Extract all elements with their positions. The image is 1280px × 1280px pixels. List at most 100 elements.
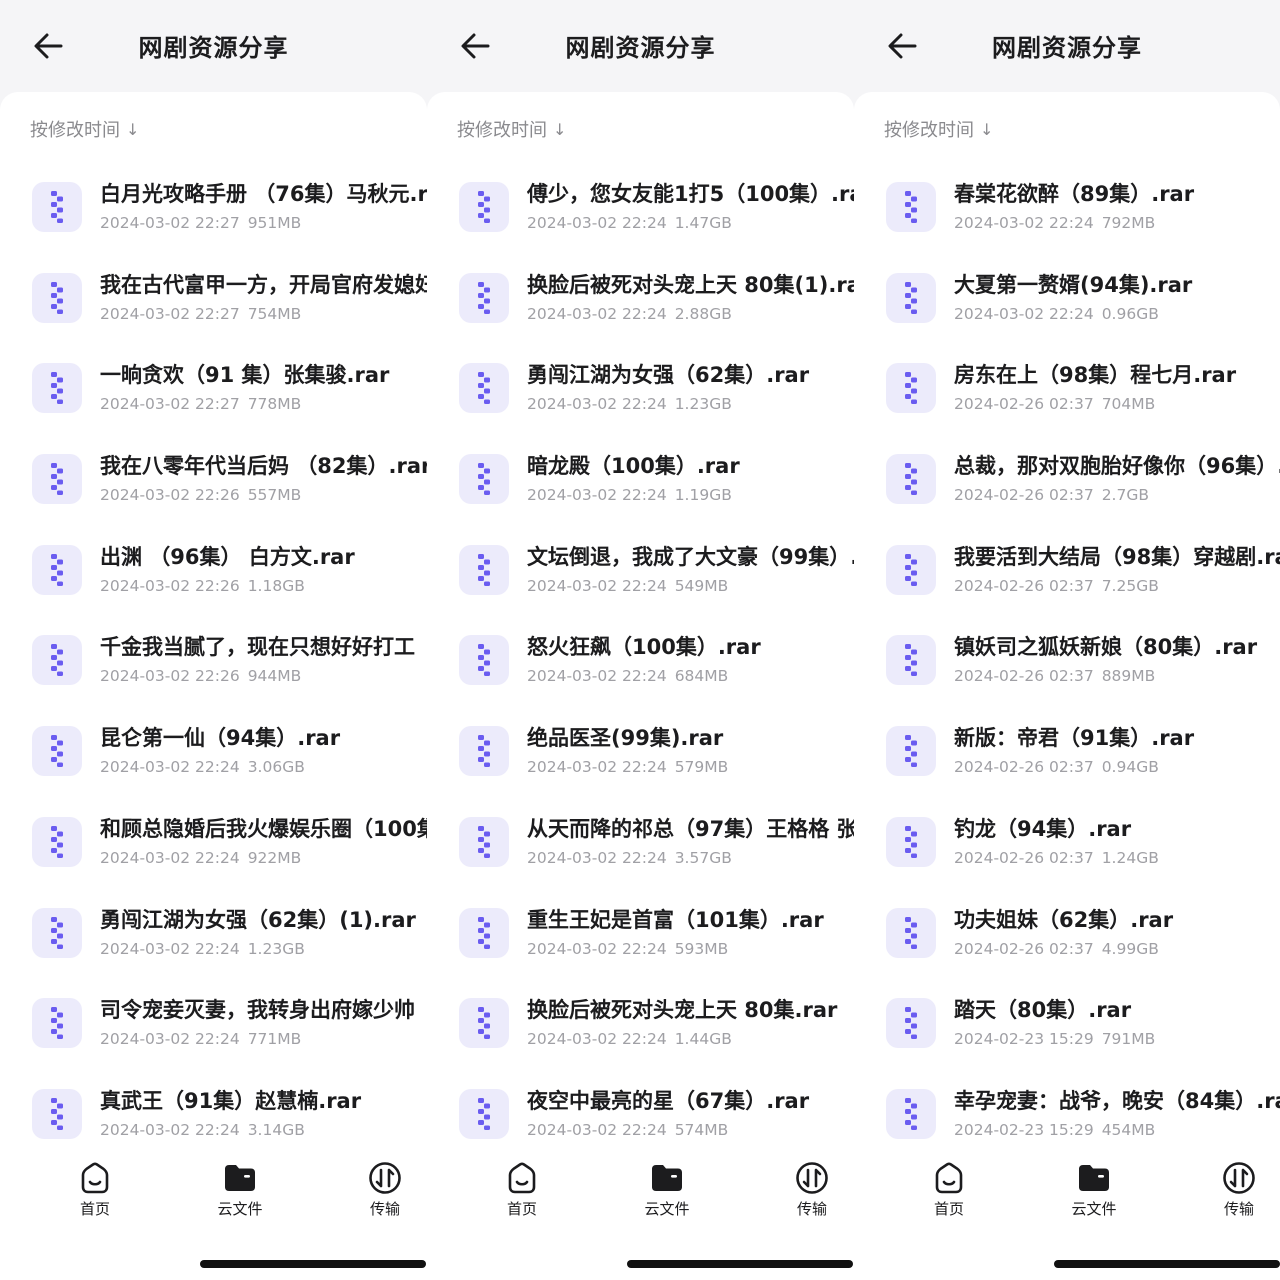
file-date: 2024-03-02 22:24 xyxy=(954,214,1094,232)
tab-home[interactable]: 首页 xyxy=(904,1160,994,1219)
file-row[interactable]: 暗龙殿（100集）.rar 2024-03-02 22:24 1.19GB xyxy=(427,442,854,533)
file-name: 钓龙（94集）.rar xyxy=(954,816,1132,841)
file-size: 454MB xyxy=(1101,1120,1156,1139)
tab-bar: 首页 云文件 传输 xyxy=(854,1140,1280,1280)
tab-cloud-files[interactable]: 云文件 xyxy=(195,1160,285,1219)
file-sheet: 按修改时间 ↓ 傅少，您女友能1打5（100集）.rar 2024-03-02 … xyxy=(427,92,854,1280)
home-indicator[interactable] xyxy=(200,1260,426,1268)
file-row[interactable]: 和顾总隐婚后我火爆娱乐圈（100集 2024-03-02 22:24 922MB xyxy=(0,805,427,896)
file-size: 778MB xyxy=(247,395,302,414)
file-row[interactable]: 重生王妃是首富（101集）.rar 2024-03-02 22:24 593MB xyxy=(427,896,854,987)
file-row[interactable]: 司令宠妾灭妻，我转身出府嫁少帅 2024-03-02 22:24 771MB xyxy=(0,986,427,1077)
file-date: 2024-03-02 22:24 xyxy=(527,576,667,595)
file-meta: 2024-03-02 22:27 754MB xyxy=(100,305,301,323)
file-row[interactable]: 出渊 （96集） 白方文.rar 2024-03-02 22:26 1.18GB xyxy=(0,533,427,624)
archive-file-icon xyxy=(886,454,936,505)
archive-file-icon xyxy=(886,544,936,595)
file-name: 一晌贪欢（91 集）张集骏.rar xyxy=(100,363,390,388)
archive-file-icon xyxy=(32,816,82,867)
archive-file-icon xyxy=(459,363,509,414)
file-size: 3.57GB xyxy=(674,848,732,867)
tab-transfer[interactable]: 传输 xyxy=(1194,1160,1280,1219)
file-date: 2024-03-02 22:24 xyxy=(527,486,667,505)
archive-file-icon xyxy=(886,1088,936,1139)
file-meta: 2024-03-02 22:26 944MB xyxy=(100,667,301,685)
file-row[interactable]: 一晌贪欢（91 集）张集骏.rar 2024-03-02 22:27 778MB xyxy=(0,351,427,442)
file-row[interactable]: 总裁，那对双胞胎好像你（96集）.rar 2024-02-26 02:37 2.7… xyxy=(854,442,1280,533)
file-size: 1.19GB xyxy=(674,486,732,505)
sort-button[interactable]: 按修改时间 ↓ xyxy=(30,116,139,142)
file-size: 792MB xyxy=(1101,214,1156,232)
archive-file-icon xyxy=(459,544,509,595)
page-title: 网剧资源分享 xyxy=(138,34,289,62)
file-size: 7.25GB xyxy=(1101,576,1159,595)
file-row[interactable]: 千金我当腻了，现在只想好好打工 2024-03-02 22:26 944MB xyxy=(0,623,427,714)
file-row[interactable]: 昆仑第一仙（94集）.rar 2024-03-02 22:24 3.06GB xyxy=(0,714,427,805)
file-row[interactable]: 勇闯江湖为女强（62集）.rar 2024-03-02 22:24 1.23GB xyxy=(427,351,854,442)
file-date: 2024-03-02 22:24 xyxy=(100,1120,240,1139)
tab-home[interactable]: 首页 xyxy=(477,1160,567,1219)
file-row[interactable]: 换脸后被死对头宠上天 80集.rar 2024-03-02 22:24 1.44G… xyxy=(427,986,854,1077)
sort-label: 按修改时间 xyxy=(457,120,547,141)
file-date: 2024-02-26 02:37 xyxy=(954,758,1094,777)
file-meta: 2024-03-02 22:24 3.57GB xyxy=(527,849,732,867)
tab-cloud-files[interactable]: 云文件 xyxy=(622,1160,712,1219)
home-indicator[interactable] xyxy=(627,1260,853,1268)
tab-home[interactable]: 首页 xyxy=(50,1160,140,1219)
archive-file-icon xyxy=(32,1088,82,1139)
folder-icon xyxy=(1079,1165,1109,1191)
file-row[interactable]: 从天而降的祁总（97集）王格格 张 2024-03-02 22:24 3.57GB xyxy=(427,805,854,896)
file-size: 3.06GB xyxy=(247,758,305,777)
file-row[interactable]: 傅少，您女友能1打5（100集）.rar 2024-03-02 22:24 1.4… xyxy=(427,170,854,261)
file-row[interactable]: 我要活到大结局（98集）穿越剧.rar 2024-02-26 02:37 7.25… xyxy=(854,533,1280,624)
file-row[interactable]: 踏天（80集）.rar 2024-02-23 15:29 791MB xyxy=(854,986,1280,1077)
tab-transfer[interactable]: 传输 xyxy=(340,1160,427,1219)
file-name: 暗龙殿（100集）.rar xyxy=(527,454,740,479)
file-row[interactable]: 功夫姐妹（62集）.rar 2024-02-26 02:37 4.99GB xyxy=(854,896,1280,987)
tab-transfer[interactable]: 传输 xyxy=(767,1160,854,1219)
transfer-icon xyxy=(1223,1162,1255,1194)
archive-file-icon xyxy=(32,363,82,414)
sort-button[interactable]: 按修改时间 ↓ xyxy=(457,116,566,142)
file-date: 2024-02-26 02:37 xyxy=(954,667,1094,686)
file-size: 1.44GB xyxy=(674,1030,732,1049)
file-date: 2024-03-02 22:27 xyxy=(100,304,240,323)
file-row[interactable]: 春棠花欲醉（89集）.rar 2024-03-02 22:24 792MB xyxy=(854,170,1280,261)
archive-file-icon xyxy=(32,726,82,777)
file-date: 2024-02-23 15:29 xyxy=(954,1120,1094,1139)
file-name: 总裁，那对双胞胎好像你（96集）.rar xyxy=(954,454,1280,479)
file-row[interactable]: 换脸后被死对头宠上天 80集(1).rar 2024-03-02 22:24 2.… xyxy=(427,261,854,352)
file-name: 大夏第一赘婿(94集).rar xyxy=(954,272,1193,297)
file-row[interactable]: 我在古代富甲一方，开局官府发媳妇 2024-03-02 22:27 754MB xyxy=(0,261,427,352)
file-name: 房东在上（98集）程七月.rar xyxy=(954,363,1237,388)
file-row[interactable]: 绝品医圣(99集).rar 2024-03-02 22:24 579MB xyxy=(427,714,854,805)
file-name: 功夫姐妹（62集）.rar xyxy=(954,907,1174,932)
file-row[interactable]: 怒火狂飙（100集）.rar 2024-03-02 22:24 684MB xyxy=(427,623,854,714)
sort-button[interactable]: 按修改时间 ↓ xyxy=(884,116,993,142)
file-size: 0.96GB xyxy=(1101,304,1159,323)
home-indicator[interactable] xyxy=(1054,1260,1280,1268)
file-row[interactable]: 钓龙（94集）.rar 2024-02-26 02:37 1.24GB xyxy=(854,805,1280,896)
file-size: 2.7GB xyxy=(1101,486,1149,505)
file-row[interactable]: 白月光攻略手册 （76集）马秋元.rar 2024-03-02 22:27 951… xyxy=(0,170,427,261)
archive-file-icon xyxy=(886,907,936,958)
file-row[interactable]: 新版：帝君（91集）.rar 2024-02-26 02:37 0.94GB xyxy=(854,714,1280,805)
file-row[interactable]: 大夏第一赘婿(94集).rar 2024-03-02 22:24 0.96GB xyxy=(854,261,1280,352)
file-row[interactable]: 勇闯江湖为女强（62集）(1).rar 2024-03-02 22:24 1.23… xyxy=(0,896,427,987)
file-name: 千金我当腻了，现在只想好好打工 xyxy=(100,635,415,660)
archive-file-icon xyxy=(459,816,509,867)
file-meta: 2024-02-23 15:29 791MB xyxy=(954,1030,1155,1048)
file-row[interactable]: 文坛倒退，我成了大文豪（99集）.rar 2024-03-02 22:24 549… xyxy=(427,533,854,624)
file-row[interactable]: 房东在上（98集）程七月.rar 2024-02-26 02:37 704MB xyxy=(854,351,1280,442)
transfer-icon xyxy=(796,1162,828,1194)
file-name: 幸孕宠妻：战爷，晚安（84集）.rar xyxy=(954,1088,1280,1113)
file-row[interactable]: 镇妖司之狐妖新娘（80集）.rar 2024-02-26 02:37 889MB xyxy=(854,623,1280,714)
tab-cloud-files[interactable]: 云文件 xyxy=(1049,1160,1139,1219)
tab-cloud-files-label: 云文件 xyxy=(217,1200,263,1218)
file-date: 2024-03-02 22:26 xyxy=(100,486,240,505)
sort-label: 按修改时间 xyxy=(884,120,974,141)
phone-screen-3: 网剧资源分享 按修改时间 ↓ 春棠花欲醉（89集）.rar 2024-03-02… xyxy=(854,0,1280,1280)
file-row[interactable]: 我在八零年代当后妈 （82集）.rar 2024-03-02 22:26 557M… xyxy=(0,442,427,533)
transfer-icon xyxy=(369,1162,401,1194)
file-meta: 2024-03-02 22:24 2.88GB xyxy=(527,305,732,323)
